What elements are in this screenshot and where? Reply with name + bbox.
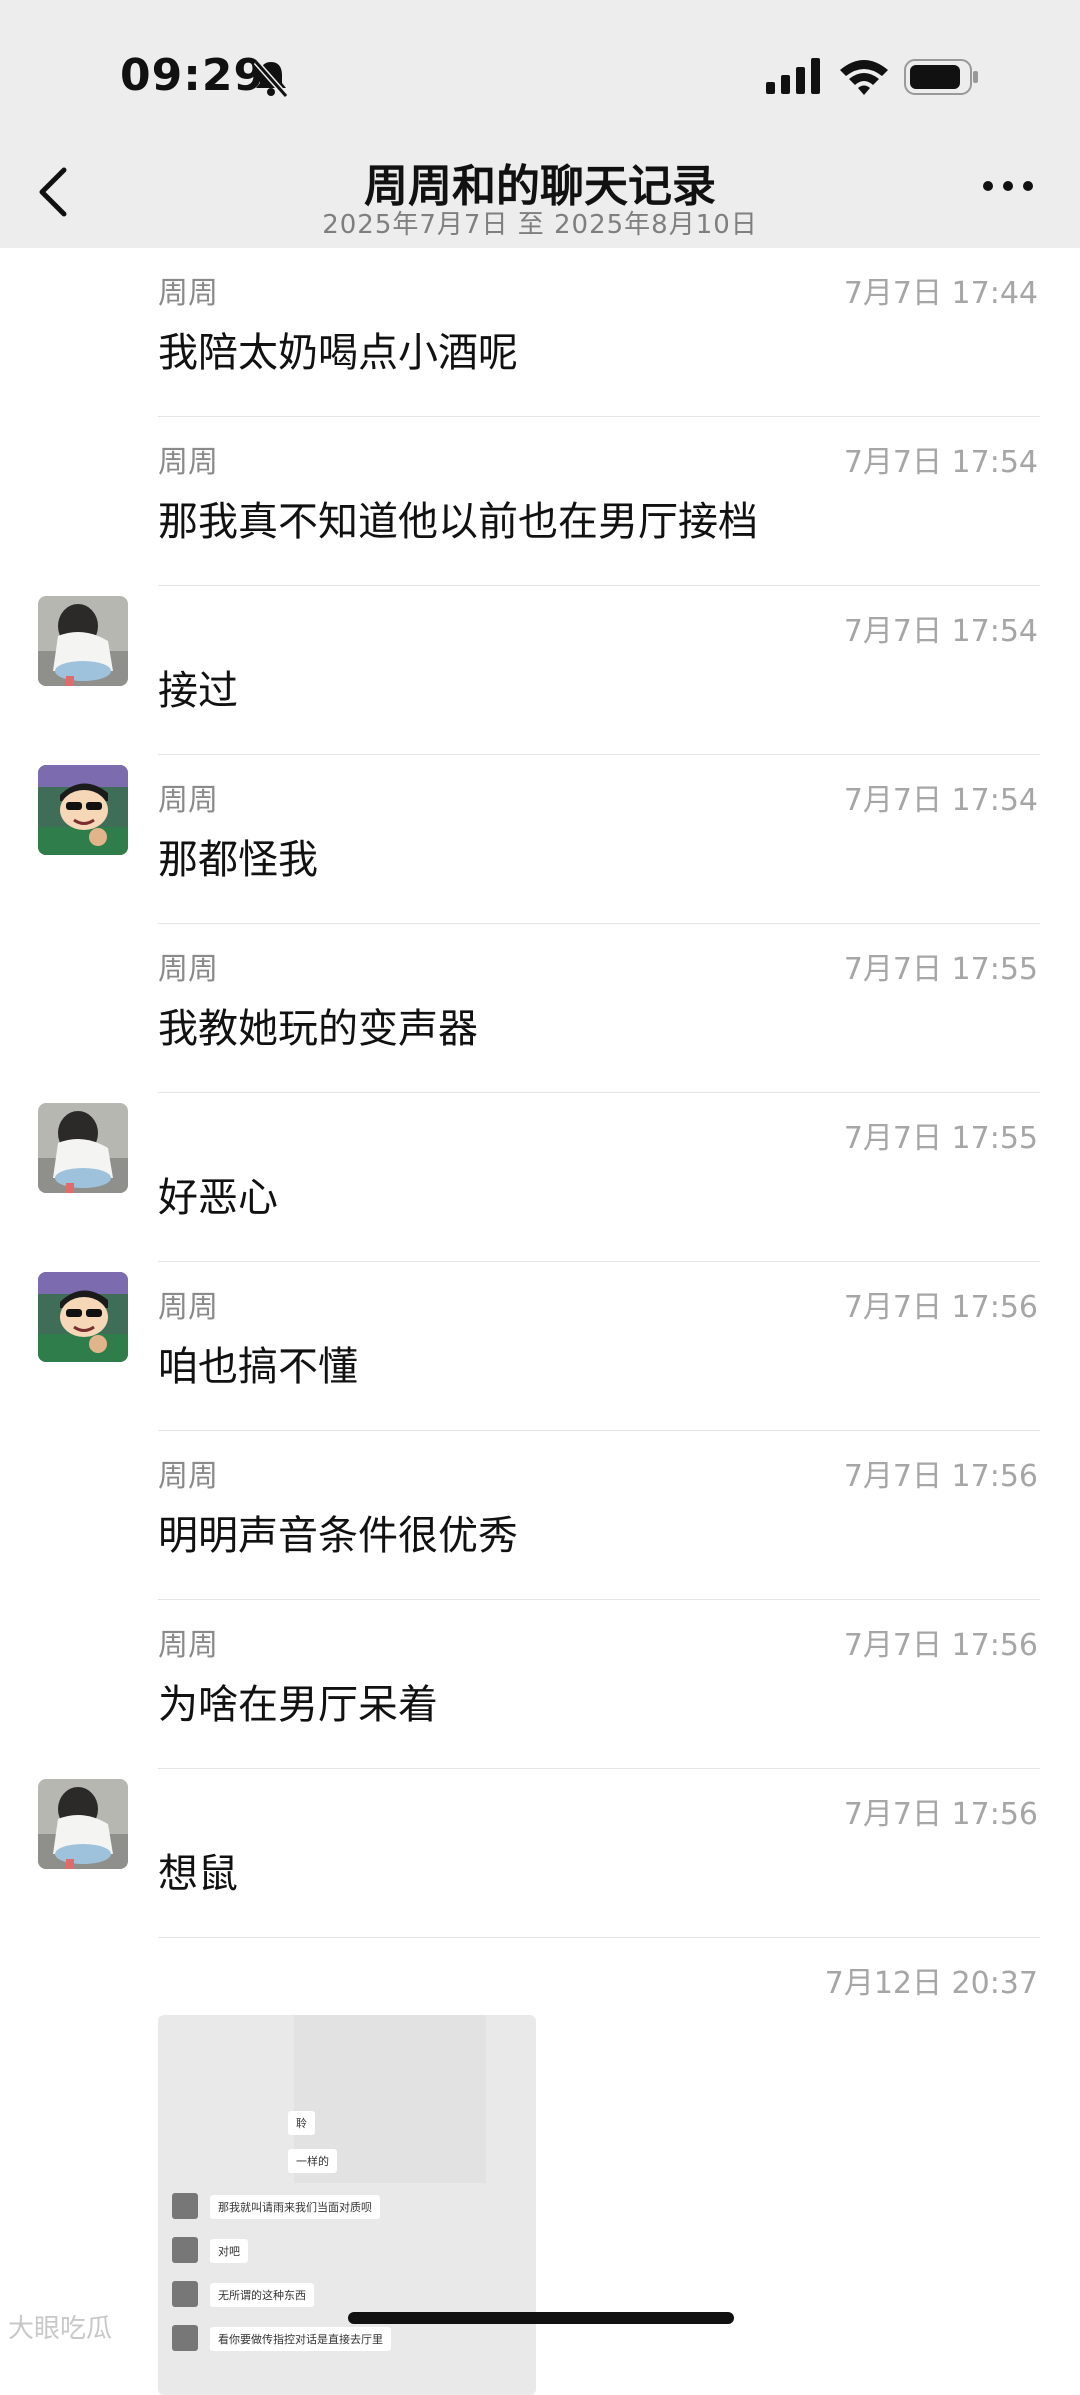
message-text: 明明声音条件很优秀 <box>158 1513 518 1559</box>
inner-avatar <box>172 2325 198 2351</box>
inner-avatar <box>172 2193 198 2219</box>
sender-name: 周周 <box>158 276 218 311</box>
message-row[interactable]: 周周 7月7日 17:54 那我真不知道他以前也在男厅接档 <box>0 417 1080 586</box>
inner-bubble: 那我就叫请雨来我们当面对质呗 <box>210 2195 380 2219</box>
message-row[interactable]: 周周 7月7日 17:44 我陪太奶喝点小酒呢 <box>0 248 1080 417</box>
inner-avatar <box>172 2281 198 2307</box>
home-indicator[interactable] <box>348 2312 734 2324</box>
avatar-girl[interactable] <box>38 1779 128 1869</box>
message-time: 7月7日 17:55 <box>843 952 1038 987</box>
message-time: 7月7日 17:56 <box>843 1628 1038 1663</box>
message-row[interactable]: 7月7日 17:55 好恶心 <box>0 1093 1080 1262</box>
message-row[interactable]: 周周 7月7日 17:54 那都怪我 <box>0 755 1080 924</box>
status-bar: 09:29 <box>0 0 1080 140</box>
message-time: 7月7日 17:56 <box>843 1459 1038 1494</box>
message-row[interactable]: 周周 7月7日 17:55 我教她玩的变声器 <box>0 924 1080 1093</box>
message-row[interactable]: 周周 7月7日 17:56 咱也搞不懂 <box>0 1262 1080 1431</box>
date-range: 2025年7月7日 至 2025年8月10日 <box>322 210 758 240</box>
message-row[interactable]: 周周 7月7日 17:56 为啥在男厅呆着 <box>0 1600 1080 1769</box>
message-time: 7月7日 17:54 <box>843 783 1038 818</box>
status-time: 09:29 <box>120 50 266 101</box>
inner-bubble: 无所谓的这种东西 <box>210 2283 314 2307</box>
chat-record-list[interactable]: 周周 7月7日 17:44 我陪太奶喝点小酒呢 周周 7月7日 17:54 那我… <box>0 248 1080 2395</box>
message-time: 7月7日 17:56 <box>843 1797 1038 1832</box>
sender-name: 周周 <box>158 1628 218 1663</box>
sender-name: 周周 <box>158 952 218 987</box>
sender-name: 周周 <box>158 1290 218 1325</box>
wifi-icon <box>840 60 888 95</box>
message-time: 7月7日 17:44 <box>843 276 1038 311</box>
message-text: 那我真不知道他以前也在男厅接档 <box>158 499 758 545</box>
message-time: 7月7日 17:54 <box>843 614 1038 649</box>
message-text: 想鼠 <box>158 1851 238 1897</box>
watermark: 大眼吃瓜 <box>8 2314 113 2344</box>
bell-slash-icon <box>253 60 289 98</box>
message-time: 7月7日 17:54 <box>843 445 1038 480</box>
more-dots-icon[interactable] <box>980 176 1036 196</box>
screenshot-image[interactable]: 聆 一样的 那我就叫请雨来我们当面对质呗 对吧 无所谓的这种东西 看你要做传指控… <box>158 2015 536 2395</box>
avatar-girl[interactable] <box>38 596 128 686</box>
inner-bubble: 看你要做传指控对话是直接去厅里 <box>210 2327 391 2351</box>
signal-icon <box>766 58 820 94</box>
message-text: 好恶心 <box>158 1175 278 1221</box>
avatar-cartoon[interactable] <box>38 765 128 855</box>
nav-bar: 周周和的聊天记录 2025年7月7日 至 2025年8月10日 <box>0 140 1080 248</box>
inner-bubble: 对吧 <box>210 2239 248 2263</box>
sender-name: 周周 <box>158 1459 218 1494</box>
message-text: 我陪太奶喝点小酒呢 <box>158 330 518 376</box>
inner-bubble: 一样的 <box>288 2149 337 2173</box>
message-row[interactable]: 7月7日 17:56 想鼠 <box>0 1769 1080 1938</box>
battery-icon <box>904 59 978 95</box>
message-time: 7月7日 17:56 <box>843 1290 1038 1325</box>
inner-avatar <box>172 2237 198 2263</box>
message-text: 咱也搞不懂 <box>158 1344 358 1390</box>
message-row[interactable]: 7月7日 17:54 接过 <box>0 586 1080 755</box>
message-time: 7月7日 17:55 <box>843 1121 1038 1156</box>
message-text: 接过 <box>158 668 238 714</box>
sender-name: 周周 <box>158 445 218 480</box>
avatar-girl[interactable] <box>38 1103 128 1193</box>
inner-bubble: 聆 <box>288 2111 315 2135</box>
sender-name: 周周 <box>158 783 218 818</box>
avatar-cartoon[interactable] <box>38 1272 128 1362</box>
message-text: 为啥在男厅呆着 <box>158 1682 438 1728</box>
message-text: 我教她玩的变声器 <box>158 1006 478 1052</box>
message-text: 那都怪我 <box>158 837 318 883</box>
message-time: 7月12日 20:37 <box>824 1966 1038 2001</box>
message-row[interactable]: 周周 7月7日 17:56 明明声音条件很优秀 <box>0 1431 1080 1600</box>
